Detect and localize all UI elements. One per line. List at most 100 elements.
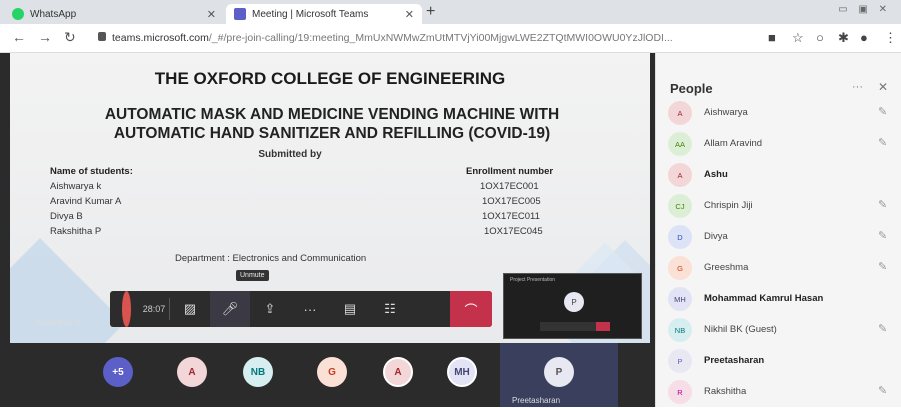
new-tab-button[interactable]: + (426, 3, 435, 21)
more-options-icon[interactable]: ··· (852, 81, 863, 93)
url-field[interactable]: teams.microsoft.com/_#/pre-join-calling/… (112, 32, 752, 44)
more-actions-icon[interactable]: ··· (290, 291, 330, 327)
whatsapp-icon (12, 8, 24, 20)
participant-avatar: A (668, 101, 692, 125)
window-controls[interactable]: ▭ ▣ ✕ (838, 4, 891, 15)
mic-off-icon: ✎ (74, 318, 81, 327)
participant-name: Preetasharan (704, 355, 765, 366)
participant-row[interactable]: AA Allam Aravind ✎ (656, 129, 901, 160)
participant-name: Mohammad Kamrul Hasan (704, 293, 824, 304)
puzzle-icon[interactable]: ✱ (838, 30, 849, 46)
enroll-label: Enrollment number (466, 166, 554, 177)
title-line: AUTOMATIC MASK AND MEDICINE VENDING MACH… (104, 106, 560, 123)
participant-avatar[interactable]: A (177, 357, 207, 387)
students-label: Name of students: (50, 166, 133, 177)
self-video-label: Aishwarya ✎ (35, 318, 81, 327)
mic-muted-icon: ✎ (878, 385, 888, 397)
hang-up-button[interactable]: ⌒ (450, 291, 492, 327)
recording-icon (122, 291, 131, 327)
close-panel-icon[interactable]: ✕ (878, 80, 888, 94)
menu-icon[interactable]: ⋮ (884, 30, 897, 46)
participant-avatar[interactable]: NB (243, 357, 273, 387)
people-panel: People ··· ✕ A Aishwarya ✎ AA Allam Aravind ✎… (655, 53, 901, 407)
participant-name: Rakshitha (704, 386, 747, 397)
presenter-avatar: P (564, 292, 584, 312)
enroll-number: 1OX17EC045 (484, 226, 543, 237)
presenter-preview[interactable]: Project Presentation P (503, 273, 642, 339)
participant-avatar: MH (668, 287, 692, 311)
participant-row[interactable]: A Aishwarya ✎ (656, 98, 901, 129)
forward-icon[interactable]: → (38, 29, 52, 45)
call-control-bar: 28:07 ▨ 🎤︎ ⇪ ··· ▤ ☷ ⌒ (110, 291, 492, 327)
participant-row[interactable]: CJ Chrispin Jiji ✎ (656, 191, 901, 222)
camera-icon[interactable]: ■ (768, 30, 776, 45)
url-path: /_#/pre-join-calling/19:meeting_MmUxNWMw… (208, 32, 673, 44)
tab-whatsapp[interactable]: WhatsApp ✕ (4, 4, 224, 24)
mic-toggle-button[interactable]: 🎤︎ (210, 291, 250, 327)
mic-muted-icon: ✎ (878, 323, 888, 335)
participant-row[interactable]: D Divya ✎ (656, 222, 901, 253)
teams-icon (234, 8, 246, 20)
mic-muted-icon: ✎ (878, 261, 888, 273)
participant-strip: +5 A NB G A MH P Preetasharan (0, 343, 655, 407)
close-tab-icon[interactable]: ✕ (405, 8, 414, 21)
participant-avatar: D (668, 225, 692, 249)
participant-row[interactable]: A Ashu (656, 160, 901, 191)
participant-name: Aishwarya (704, 107, 748, 118)
address-bar: ← → ↻ teams.microsoft.com/_#/pre-join-ca… (0, 24, 901, 53)
student-name: Divya B (50, 211, 83, 222)
close-tab-icon[interactable]: ✕ (207, 8, 216, 21)
self-name: Aishwarya (35, 318, 72, 327)
camera-off-icon[interactable]: ▨ (170, 291, 210, 327)
profile-icon[interactable]: ● (860, 30, 868, 45)
mini-control-bar (540, 322, 610, 331)
chat-icon[interactable]: ▤ (330, 291, 370, 327)
participant-row[interactable]: G Greeshma ✎ (656, 253, 901, 284)
student-name: Aishwarya k (50, 181, 102, 192)
title-line: AUTOMATIC HAND SANITIZER AND REFILLING (… (113, 125, 551, 142)
participant-avatar[interactable]: MH (447, 357, 477, 387)
presenter-tile[interactable]: P Preetasharan (500, 343, 618, 407)
student-name: Aravind Kumar A (50, 196, 122, 207)
extension-icon[interactable]: ○ (816, 30, 824, 45)
participant-avatar: G (668, 256, 692, 280)
people-title: People (670, 81, 713, 96)
participant-row[interactable]: P Preetasharan (656, 346, 901, 377)
project-title: AUTOMATIC MASK AND MEDICINE VENDING MACH… (32, 105, 632, 143)
participant-name: Divya (704, 231, 728, 242)
enroll-number: 1OX17EC001 (480, 181, 539, 192)
presentation-title: Project Presentation (510, 277, 556, 283)
participant-name: Allam Aravind (704, 138, 763, 149)
participant-row[interactable]: NB Nikhil BK (Guest) ✎ (656, 315, 901, 346)
participant-avatar[interactable]: G (317, 357, 347, 387)
tab-label: WhatsApp (30, 8, 77, 20)
back-icon[interactable]: ← (12, 29, 26, 45)
participant-avatar[interactable]: A (383, 357, 413, 387)
participant-name: Chrispin Jiji (704, 200, 753, 211)
mic-muted-icon: ✎ (878, 137, 888, 149)
lock-icon (98, 32, 106, 41)
share-screen-icon[interactable]: ⇪ (250, 291, 290, 327)
mic-muted-icon: ✎ (878, 106, 888, 118)
participant-avatar: NB (668, 318, 692, 342)
browser-tab-bar: WhatsApp ✕ Meeting | Microsoft Teams ✕ +… (0, 0, 901, 24)
presenter-tile-avatar: P (544, 357, 574, 387)
participant-row[interactable]: R Rakshitha ✎ (656, 377, 901, 408)
participant-avatar: R (668, 380, 692, 404)
student-name: Rakshitha P (50, 226, 102, 237)
mini-hangup-icon (596, 322, 610, 331)
reload-icon[interactable]: ↻ (64, 29, 76, 46)
star-icon[interactable]: ☆ (792, 30, 804, 46)
tab-label: Meeting | Microsoft Teams (252, 8, 369, 20)
more-participants-avatar[interactable]: +5 (103, 357, 133, 387)
participant-avatar: A (668, 163, 692, 187)
enroll-number: 1OX17EC011 (482, 211, 540, 222)
submitted-by: Submitted by (258, 149, 322, 160)
tab-teams[interactable]: Meeting | Microsoft Teams ✕ (226, 4, 422, 24)
participants-icon[interactable]: ☷ (370, 291, 410, 327)
participant-row[interactable]: MH Mohammad Kamrul Hasan (656, 284, 901, 315)
participant-name: Greeshma (704, 262, 749, 273)
meeting-stage: THE OXFORD COLLEGE OF ENGINEERING AUTOMA… (0, 53, 655, 407)
unmute-tooltip: Unmute (236, 270, 269, 281)
participant-name: Ashu (704, 169, 728, 180)
